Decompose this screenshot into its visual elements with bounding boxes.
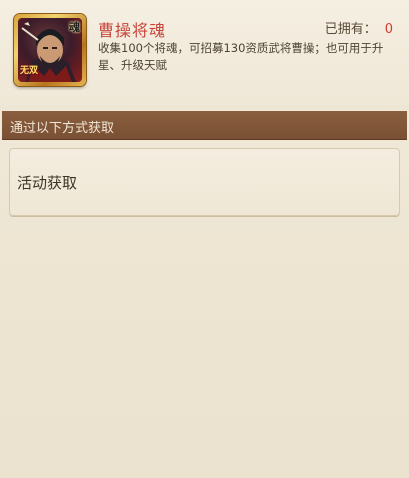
wushuang-badge: 无双 (20, 66, 39, 76)
owned-label: 已拥有： (324, 22, 377, 37)
hero-soul-description: 收集100个将魂，可招募130资质武将曹操；也可用于升星、升级天赋 (98, 41, 384, 72)
hero-portrait-frame: 魂 无双 (14, 14, 86, 86)
acquire-methods-title: 通过以下方式获取 (10, 121, 115, 136)
hero-soul-title: 曹操将魂 (98, 21, 167, 40)
owned-count-display: 已拥有： 0 (325, 18, 393, 37)
hero-soul-header: 魂 无双 曹操将魂 已拥有： 0 收集100个将魂，可招募130资质武将曹操；也可… (0, 0, 409, 110)
soul-badge: 魂 (69, 21, 80, 34)
source-item-event[interactable]: 活动获取 (9, 148, 400, 216)
acquire-methods-header: 通过以下方式获取 (2, 111, 407, 139)
source-item-label: 活动获取 (17, 174, 78, 192)
owned-count: 0 (384, 22, 393, 37)
hero-soul-info-panel: 魂 无双 曹操将魂 已拥有： 0 收集100个将魂，可招募130资质武将曹操；也可… (0, 0, 409, 478)
cao-cao-portrait-icon: 魂 无双 (18, 18, 82, 82)
